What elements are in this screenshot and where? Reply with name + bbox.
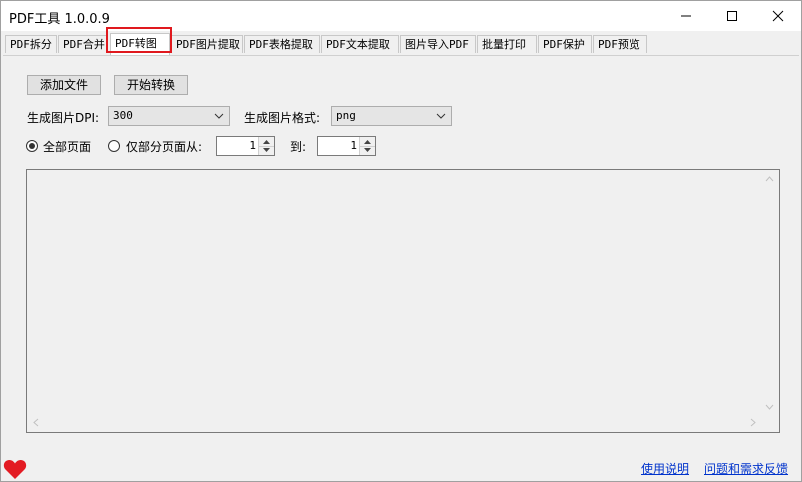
help-link[interactable]: 使用说明 bbox=[641, 460, 689, 477]
minimize-button[interactable] bbox=[663, 1, 709, 31]
window-title: PDF工具 1.0.0.9 bbox=[9, 12, 110, 27]
tab-pdf-preview[interactable]: PDF预览 bbox=[593, 35, 647, 53]
dpi-label: 生成图片DPI: bbox=[27, 111, 100, 125]
output-log-textbox[interactable] bbox=[26, 169, 780, 433]
scroll-right-arrow-icon[interactable] bbox=[744, 414, 761, 431]
from-page-spin-buttons bbox=[258, 137, 274, 155]
partial-pages-label[interactable]: 仅部分页面从: bbox=[126, 138, 202, 155]
tab-pdf-protect[interactable]: PDF保护 bbox=[538, 35, 592, 53]
tab-batch-print[interactable]: 批量打印 bbox=[477, 35, 537, 53]
chevron-down-icon bbox=[214, 113, 224, 119]
status-bar: 使用说明 问题和需求反馈 bbox=[1, 456, 801, 481]
vertical-scrollbar[interactable] bbox=[761, 171, 778, 415]
maximize-icon bbox=[727, 11, 737, 21]
to-page-spin-buttons bbox=[359, 137, 375, 155]
chevron-down-icon bbox=[436, 113, 446, 119]
tab-pdf-merge[interactable]: PDF合并 bbox=[58, 35, 108, 53]
all-pages-radio[interactable] bbox=[26, 140, 38, 152]
close-button[interactable] bbox=[755, 1, 801, 31]
format-label: 生成图片格式: bbox=[244, 111, 321, 125]
dpi-select[interactable]: 300 bbox=[108, 106, 230, 126]
tab-panel-pdf-to-image: 添加文件 开始转换 生成图片DPI: 300 生成图片格式: png 全部页面 … bbox=[4, 56, 800, 456]
all-pages-label[interactable]: 全部页面 bbox=[43, 138, 91, 155]
scroll-down-arrow-icon[interactable] bbox=[761, 398, 778, 415]
feedback-link[interactable]: 问题和需求反馈 bbox=[704, 460, 788, 477]
active-tab-highlight bbox=[106, 27, 172, 53]
maximize-button[interactable] bbox=[709, 1, 755, 31]
spin-down-button[interactable] bbox=[259, 146, 274, 155]
triangle-down-icon bbox=[364, 148, 371, 152]
to-page-stepper[interactable]: 1 bbox=[317, 136, 376, 156]
from-page-stepper[interactable]: 1 bbox=[216, 136, 275, 156]
heart-icon[interactable] bbox=[3, 458, 27, 480]
tab-pdf-text-extract[interactable]: PDF文本提取 bbox=[321, 35, 399, 53]
to-page-value: 1 bbox=[350, 139, 357, 152]
format-value: png bbox=[336, 109, 356, 122]
dpi-value: 300 bbox=[113, 109, 133, 122]
to-label: 到: bbox=[290, 140, 307, 154]
tab-pdf-split[interactable]: PDF拆分 bbox=[5, 35, 57, 53]
tab-image-to-pdf[interactable]: 图片导入PDF bbox=[400, 35, 476, 53]
triangle-up-icon bbox=[263, 140, 270, 144]
app-window: PDF工具 1.0.0.9 PDF拆分 PDF合并 PDF转图 PDF图片提取 … bbox=[0, 0, 802, 482]
scrollbar-corner bbox=[761, 414, 778, 431]
spin-down-button[interactable] bbox=[360, 146, 375, 155]
scroll-left-arrow-icon[interactable] bbox=[28, 414, 45, 431]
from-page-value: 1 bbox=[249, 139, 256, 152]
start-convert-button[interactable]: 开始转换 bbox=[114, 75, 188, 95]
scroll-up-arrow-icon[interactable] bbox=[761, 171, 778, 188]
format-select[interactable]: png bbox=[331, 106, 452, 126]
tab-pdf-table-extract[interactable]: PDF表格提取 bbox=[244, 35, 320, 53]
add-files-button[interactable]: 添加文件 bbox=[27, 75, 101, 95]
triangle-up-icon bbox=[364, 140, 371, 144]
horizontal-scrollbar[interactable] bbox=[28, 414, 761, 431]
triangle-down-icon bbox=[263, 148, 270, 152]
partial-pages-radio[interactable] bbox=[108, 140, 120, 152]
minimize-icon bbox=[681, 15, 691, 17]
tab-pdf-image-extract[interactable]: PDF图片提取 bbox=[171, 35, 243, 53]
close-icon bbox=[772, 10, 784, 22]
